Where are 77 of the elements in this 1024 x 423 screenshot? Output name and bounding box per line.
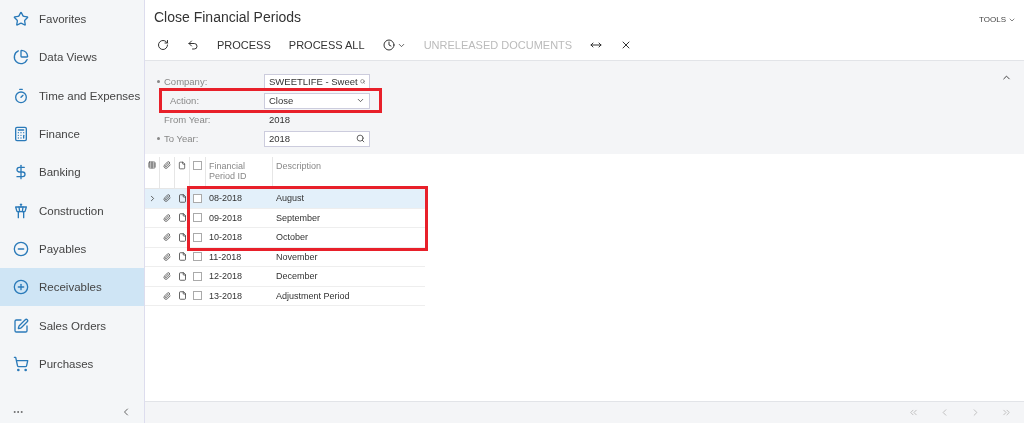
field-label: To Year:	[164, 133, 199, 144]
sidebar-item[interactable]: Purchases	[0, 344, 144, 383]
plus-circle-icon	[13, 279, 29, 296]
table-cell: 10-2018	[209, 232, 243, 243]
sidebar-item[interactable]: Payables	[0, 229, 144, 269]
table-cell: August	[276, 193, 305, 204]
table-cell: November	[276, 251, 318, 262]
table-cell: Adjustment Period	[276, 290, 350, 301]
document-icon	[178, 252, 187, 262]
field-label: Action:	[170, 95, 200, 106]
field-label: From Year:	[164, 114, 211, 125]
toolbar-button[interactable]: PROCESS	[217, 39, 271, 51]
sidebar-item[interactable]: Construction	[0, 191, 144, 230]
document-icon	[178, 213, 187, 223]
document-icon	[178, 193, 187, 203]
field-value: 2018	[268, 114, 291, 125]
pencil-icon	[13, 317, 29, 334]
star-icon	[13, 11, 29, 28]
table-cell: October	[276, 232, 308, 243]
table-cell: 12-2018	[209, 271, 243, 282]
sidebar-item[interactable]: Sales Orders	[0, 306, 144, 345]
table-cell: September	[276, 212, 321, 223]
calculator-icon	[13, 126, 29, 143]
checkbox[interactable]	[193, 161, 202, 170]
document-icon	[178, 161, 186, 170]
column-header[interactable]: Financial Period ID	[209, 161, 269, 181]
clock-menu-button[interactable]	[382, 39, 406, 51]
table-cell: 08-2018	[209, 193, 243, 204]
paperclip-icon	[163, 194, 171, 203]
table-cell: 09-2018	[209, 212, 243, 223]
minus-circle-icon	[13, 240, 29, 257]
cart-icon	[13, 355, 29, 372]
paperclip-icon	[163, 291, 171, 300]
checkbox[interactable]	[193, 193, 202, 203]
sidebar-item[interactable]: Data Views	[0, 38, 144, 77]
stopwatch-icon	[13, 87, 29, 104]
document-icon	[178, 271, 187, 281]
first-page-icon[interactable]	[908, 407, 919, 418]
toolbar-button[interactable]: PROCESS ALL	[288, 39, 365, 51]
table-cell: 13-2018	[209, 290, 243, 301]
crane-icon	[13, 202, 29, 219]
checkbox[interactable]	[193, 271, 202, 281]
checkbox[interactable]	[193, 232, 202, 242]
paperclip-icon	[163, 213, 171, 222]
paperclip-icon	[163, 252, 171, 261]
lookup-field[interactable]: SWEETLIFE - Sweet	[264, 73, 370, 90]
search-icon	[356, 134, 365, 143]
table-row[interactable]: 08-2018 August	[145, 189, 425, 209]
row-pointer-icon	[148, 193, 157, 203]
tools-menu[interactable]: TOOLS	[979, 9, 1016, 30]
sidebar-item[interactable]: Favorites	[0, 0, 144, 39]
undo-icon[interactable]	[187, 39, 199, 51]
document-icon	[178, 232, 187, 242]
lookup-field[interactable]: 2018	[264, 130, 370, 147]
pie-chart-icon	[13, 49, 29, 66]
paperclip-icon	[163, 233, 171, 242]
sidebar-item[interactable]: Finance	[0, 114, 144, 154]
column-header[interactable]: Description	[276, 161, 322, 171]
checkbox[interactable]	[193, 252, 202, 262]
last-page-icon[interactable]	[1001, 407, 1012, 418]
document-icon	[178, 291, 187, 301]
sidebar-item[interactable]: Banking	[0, 153, 144, 192]
table-cell: 11-2018	[209, 251, 242, 262]
checkbox[interactable]	[193, 291, 202, 301]
table-cell: December	[276, 271, 318, 282]
search-icon	[359, 77, 365, 86]
dollar-icon	[13, 164, 29, 181]
select-field[interactable]: Close	[264, 92, 370, 109]
paperclip-icon	[163, 161, 171, 169]
sidebar-item[interactable]: Receivables	[0, 268, 144, 307]
paperclip-icon	[163, 272, 171, 281]
sidebar-item[interactable]: Time and Expenses	[0, 76, 144, 115]
field-label: Company:	[164, 76, 208, 87]
refresh-icon[interactable]	[157, 39, 169, 51]
page-title: Close Financial Periods	[154, 9, 302, 27]
checkbox[interactable]	[193, 213, 202, 223]
caret-icon	[356, 96, 365, 105]
